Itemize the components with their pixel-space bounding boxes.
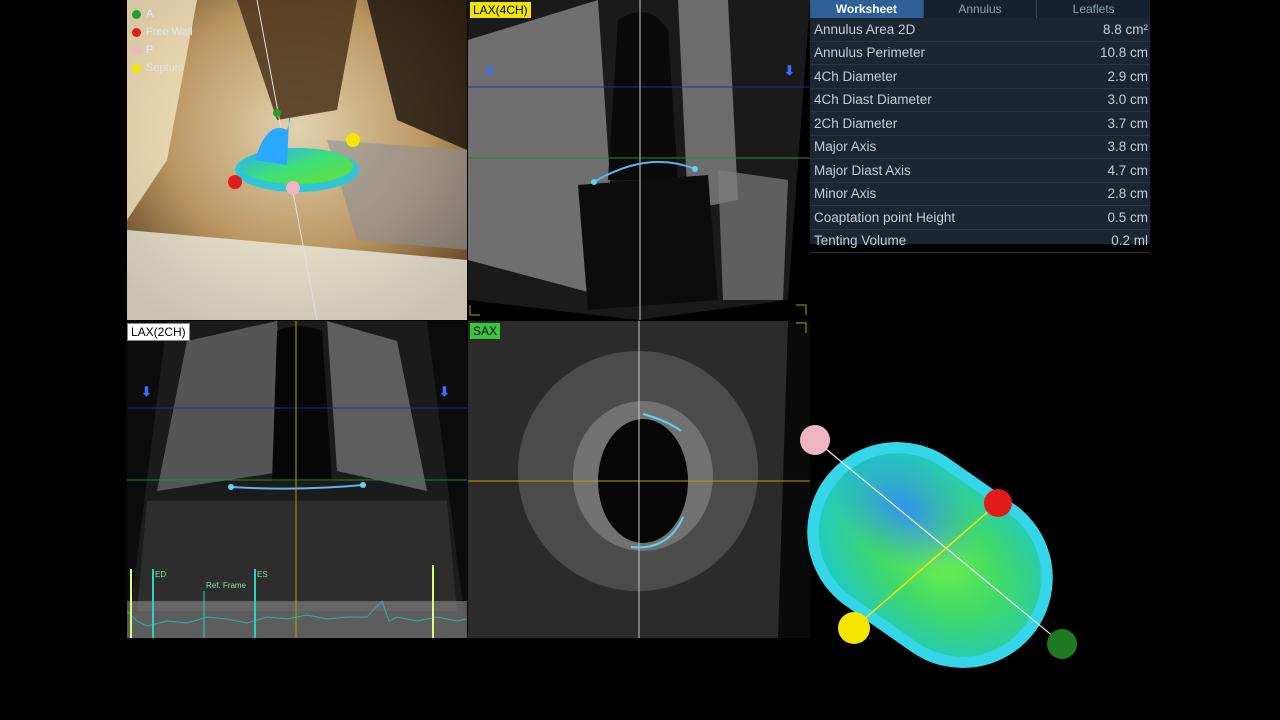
lax-4ch-right-marker-icon: ⬇ <box>784 63 795 78</box>
tab-leaflets[interactable]: Leaflets <box>1037 0 1151 18</box>
row-value: 0.2 ml <box>1111 233 1148 249</box>
row-value: 3.8 cm <box>1107 139 1148 155</box>
row-label: 2Ch Diameter <box>814 115 898 131</box>
sax-echo-image <box>468 321 810 638</box>
legend-item-a: A <box>132 5 193 23</box>
row-value: 2.9 cm <box>1107 68 1148 84</box>
row-value: 3.0 cm <box>1107 92 1148 108</box>
ecg-ed-label: ED <box>155 570 167 579</box>
row-value: 8.8 cm² <box>1102 21 1148 37</box>
lax-2ch-echo-image <box>127 321 467 638</box>
row-label: Annulus Perimeter <box>814 45 926 61</box>
worksheet-rows: Annulus Area 2D 8.8 cm² Annulus Perimete… <box>810 18 1150 253</box>
table-row[interactable]: Major Diast Axis 4.7 cm <box>810 159 1150 183</box>
legend-dot-p <box>132 45 141 55</box>
sax-label[interactable]: SAX <box>470 323 501 339</box>
table-row[interactable]: Tenting Volume 0.2 ml <box>810 230 1150 253</box>
table-row[interactable]: Coaptation point Height 0.5 cm <box>810 206 1150 230</box>
table-row[interactable]: 2Ch Diameter 3.7 cm <box>810 112 1150 136</box>
lax-4ch-left-marker-icon: ⬇ <box>484 63 495 78</box>
row-label: Tenting Volume <box>814 233 907 249</box>
legend-label-a: A <box>146 8 154 20</box>
row-value: 2.8 cm <box>1107 186 1148 202</box>
legend-label-free-wall: Free Wall <box>146 26 193 38</box>
lax-2ch-right-marker-icon: ⬇ <box>439 384 450 399</box>
row-label: 4Ch Diast Diameter <box>814 92 932 108</box>
lax-2ch-label[interactable]: LAX(2CH) <box>127 323 190 341</box>
landmark-legend: A Free Wall P Septum <box>132 5 193 77</box>
row-value: 3.7 cm <box>1107 115 1148 131</box>
legend-dot-septum <box>132 63 141 73</box>
row-value: 10.8 cm <box>1099 45 1148 61</box>
row-value: 0.5 cm <box>1107 209 1148 225</box>
legend-item-free-wall: Free Wall <box>132 23 193 41</box>
measurement-worksheet-panel: Worksheet Annulus Leaflets Annulus Area … <box>810 0 1151 253</box>
row-label: Major Axis <box>814 139 877 155</box>
table-row[interactable]: Major Axis 3.8 cm <box>810 136 1150 159</box>
lax-4ch-echo-image <box>468 0 810 320</box>
row-label: Coaptation point Height <box>814 209 956 225</box>
valve-model-view[interactable] <box>760 410 1100 700</box>
table-row[interactable]: Minor Axis 2.8 cm <box>810 183 1150 206</box>
ecg-es-label: ES <box>257 570 268 579</box>
worksheet-tabs: Worksheet Annulus Leaflets <box>810 0 1151 18</box>
row-label: Annulus Area 2D <box>814 21 916 37</box>
table-row[interactable]: 4Ch Diameter 2.9 cm <box>810 65 1150 89</box>
sax-view[interactable] <box>468 321 810 638</box>
ecg-ref-frame-label: Ref. Frame <box>206 581 247 590</box>
legend-item-septum: Septum <box>132 59 193 77</box>
legend-dot-free-wall <box>132 27 141 37</box>
table-row[interactable]: Annulus Perimeter 10.8 cm <box>810 42 1150 65</box>
legend-label-p: P <box>146 44 154 56</box>
tab-worksheet[interactable]: Worksheet <box>810 0 924 18</box>
row-label: Major Diast Axis <box>814 162 911 178</box>
lax-2ch-view[interactable]: ⬇ ⬇ ED Ref. Frame ES <box>127 321 467 638</box>
row-value: 4.7 cm <box>1107 162 1148 178</box>
lax-4ch-view[interactable]: ⬇ ⬇ <box>468 0 810 320</box>
legend-item-p: P <box>132 41 193 59</box>
legend-label-septum: Septum <box>146 62 184 74</box>
legend-dot-a <box>132 9 141 19</box>
lax-4ch-label[interactable]: LAX(4CH) <box>470 2 531 18</box>
row-label: Minor Axis <box>814 186 877 202</box>
mitral-valve-model <box>800 425 1077 668</box>
table-row[interactable]: 4Ch Diast Diameter 3.0 cm <box>810 89 1150 112</box>
tab-annulus[interactable]: Annulus <box>923 0 1038 18</box>
table-row[interactable]: Annulus Area 2D 8.8 cm² <box>810 18 1150 42</box>
row-label: 4Ch Diameter <box>814 68 898 84</box>
lax-2ch-left-marker-icon: ⬇ <box>141 384 152 399</box>
